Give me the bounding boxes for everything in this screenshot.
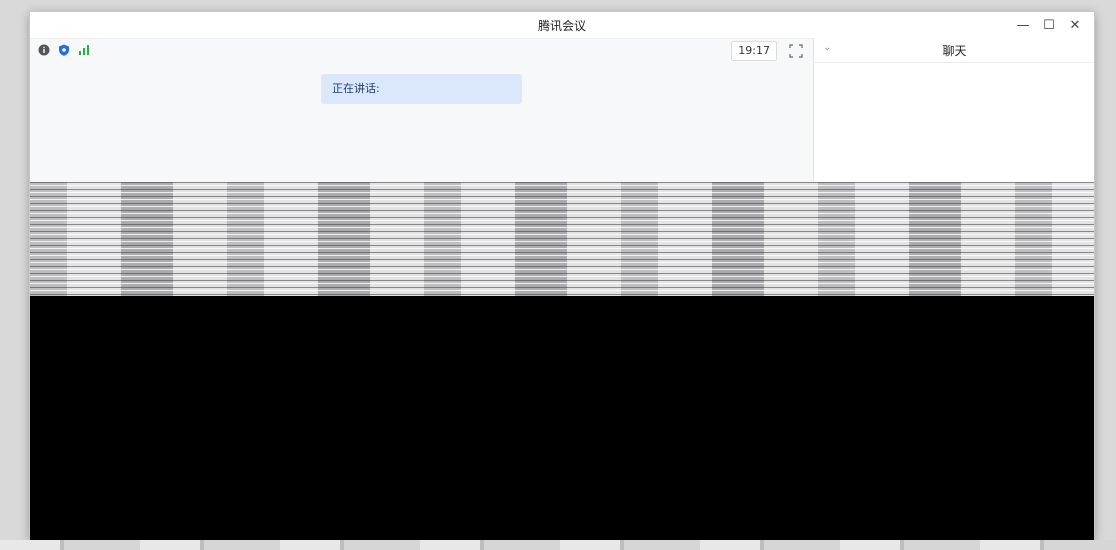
maximize-button[interactable]: ☐ <box>1036 18 1062 33</box>
info-icon[interactable] <box>38 44 50 56</box>
meeting-toolbar: 19:17 <box>30 38 813 62</box>
video-area <box>30 296 1094 540</box>
minimize-button[interactable]: — <box>1010 18 1036 33</box>
close-button[interactable]: ✕ <box>1062 18 1088 33</box>
signal-icon[interactable] <box>78 44 90 56</box>
fullscreen-icon[interactable] <box>789 43 803 58</box>
speaking-indicator: 正在讲话: <box>321 74 522 104</box>
meeting-window: 腾讯会议 — ☐ ✕ 19:17 正在讲话: ⌄ 聊天 <box>30 12 1094 540</box>
chat-title: 聊天 <box>942 43 967 58</box>
chat-header: ⌄ 聊天 <box>814 38 1094 63</box>
taskbar-fragment <box>0 540 1116 550</box>
window-controls: — ☐ ✕ <box>1010 12 1088 38</box>
window-title: 腾讯会议 <box>537 18 586 33</box>
meeting-clock: 19:17 <box>731 41 777 61</box>
shield-icon[interactable] <box>58 44 70 56</box>
corrupted-render-area <box>30 182 1094 296</box>
title-bar: 腾讯会议 — ☐ ✕ <box>30 12 1094 39</box>
chevron-down-icon[interactable]: ⌄ <box>823 42 831 53</box>
